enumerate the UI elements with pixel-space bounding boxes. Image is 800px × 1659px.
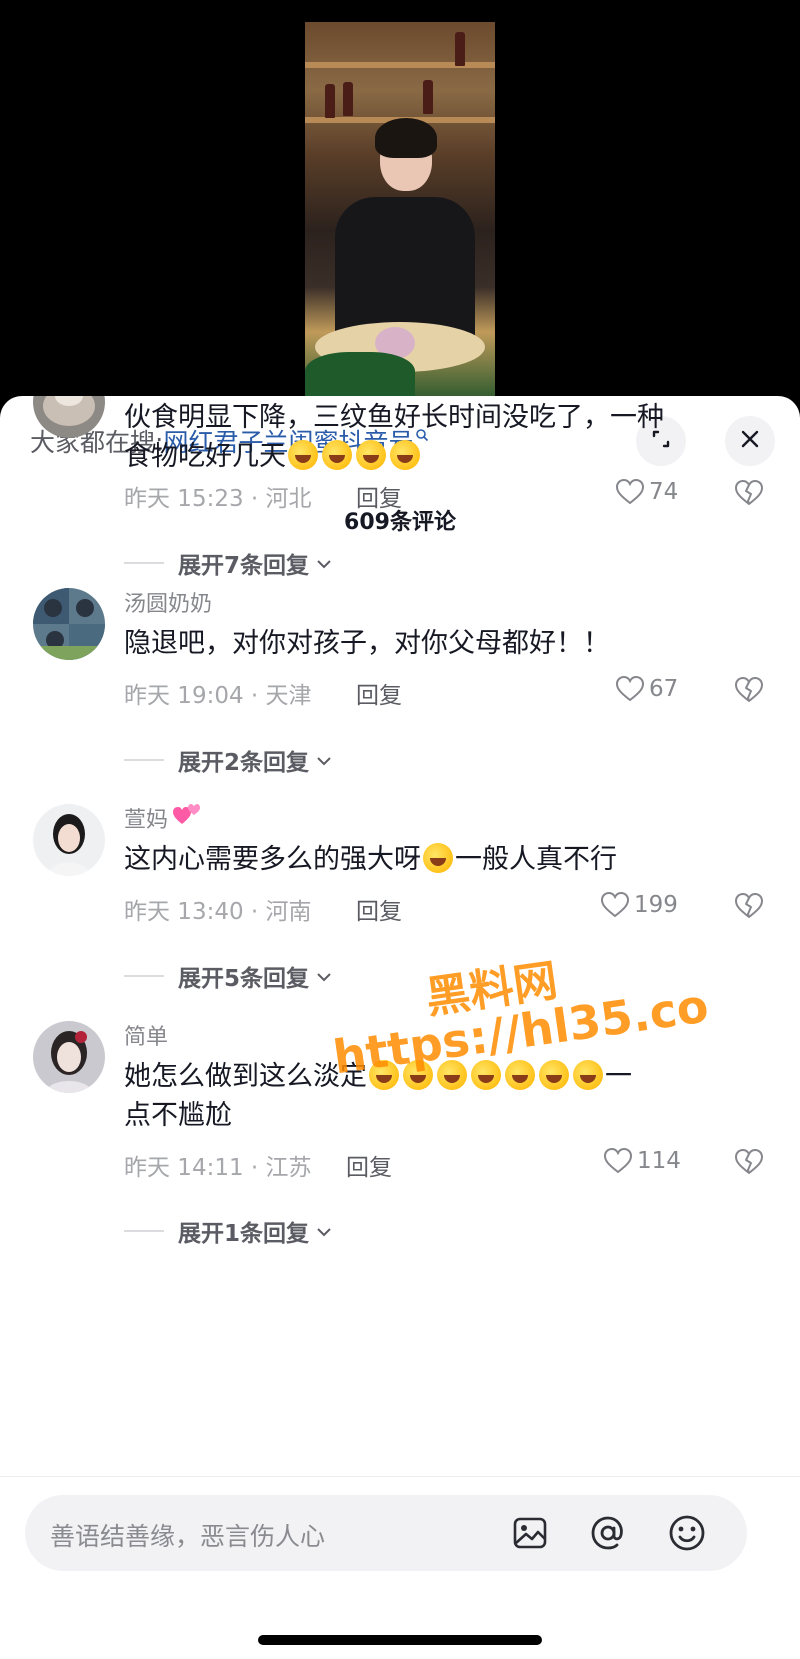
divider: [124, 1230, 164, 1232]
comment-meta: 昨天 13:40 · 河南: [124, 899, 312, 925]
username[interactable]: 萱妈: [124, 802, 202, 834]
reply-button[interactable]: 回复: [356, 676, 402, 710]
like-button[interactable]: 114: [603, 1147, 681, 1175]
chevron-down-icon: [315, 550, 333, 576]
heart-icon: [603, 1147, 633, 1174]
comment-text-line: 食物吃好几天: [124, 441, 286, 472]
food-decor: [305, 352, 415, 400]
comment-text-part: 这内心需要多么的强大呀: [124, 844, 421, 875]
avatar[interactable]: [33, 588, 105, 660]
expand-replies-label: 展开2条回复: [178, 750, 310, 776]
chevron-down-icon: [315, 963, 333, 989]
like-count: 114: [637, 1148, 681, 1174]
laugh-cry-emoji-icon: [573, 1060, 603, 1090]
comment-text: 隐退吧，对你对孩子，对你父母都好！！: [124, 628, 610, 659]
comment-meta: 昨天 15:23 · 河北: [124, 486, 312, 512]
at-icon[interactable]: [586, 1511, 630, 1555]
reply-button[interactable]: 回复: [346, 1148, 392, 1182]
comment-sheet: 大家都在搜: 网红君子兰闺蜜抖音号 609条评论 伙食明显下降，三纹鱼好长时间没…: [0, 396, 800, 1659]
emoji-icon[interactable]: [665, 1511, 709, 1555]
bottle-decor: [423, 80, 433, 114]
laugh-cry-emoji-icon: [356, 440, 386, 470]
username[interactable]: 汤圆奶奶: [124, 586, 212, 618]
comment-meta: 昨天 19:04 · 天津: [124, 683, 312, 709]
like-count: 74: [649, 479, 679, 505]
comment-text: 伙食明显下降，三纹鱼好长时间没吃了，一种 食物吃好几天: [124, 398, 754, 476]
dislike-icon: [735, 480, 763, 505]
avatar[interactable]: [33, 1021, 105, 1093]
laugh-cry-emoji-icon: [322, 440, 352, 470]
expand-replies-label: 展开5条回复: [178, 966, 310, 992]
laugh-cry-emoji-icon: [505, 1060, 535, 1090]
expand-replies[interactable]: 展开7条回复: [124, 546, 333, 580]
dislike-button[interactable]: [734, 1148, 764, 1180]
expand-replies-label: 展开1条回复: [178, 1221, 310, 1247]
avatar[interactable]: [33, 804, 105, 876]
home-indicator: [258, 1635, 542, 1645]
image-icon[interactable]: [508, 1511, 552, 1555]
expand-replies-label: 展开7条回复: [178, 553, 310, 579]
dislike-button[interactable]: [734, 676, 764, 708]
like-button[interactable]: 74: [615, 478, 678, 506]
comment-text: 她怎么做到这么淡定 一 点不尴尬: [124, 1057, 754, 1135]
expand-replies[interactable]: 展开5条回复: [124, 959, 333, 993]
divider: [124, 759, 164, 761]
heart-icon: [600, 891, 630, 918]
comment-text-part: 一: [605, 1061, 632, 1092]
reply-button[interactable]: 回复: [356, 892, 402, 926]
laugh-cry-emoji-icon: [423, 843, 453, 873]
like-button[interactable]: 67: [615, 675, 678, 703]
comment-input-placeholder: 善语结善缘，恶言伤人心: [50, 1522, 326, 1551]
comment-text-part: 她怎么做到这么淡定: [124, 1061, 367, 1092]
laugh-cry-emoji-icon: [288, 440, 318, 470]
laugh-cry-emoji-icon: [437, 1060, 467, 1090]
divider: [124, 562, 164, 564]
username-text: 萱妈: [124, 808, 169, 833]
laugh-cry-emoji-icon: [539, 1060, 569, 1090]
divider: [124, 975, 164, 977]
like-count: 67: [649, 676, 679, 702]
dislike-icon: [735, 1149, 763, 1174]
laugh-cry-emoji-icon: [471, 1060, 501, 1090]
username[interactable]: 简单: [124, 1019, 168, 1051]
dislike-button[interactable]: [734, 892, 764, 924]
comment-input-bar: 善语结善缘，恶言伤人心: [0, 1476, 800, 1659]
laugh-cry-emoji-icon: [390, 440, 420, 470]
expand-replies[interactable]: 展开1条回复: [124, 1214, 333, 1248]
heart-icon: [615, 478, 645, 505]
bottle-decor: [325, 84, 335, 118]
dislike-button[interactable]: [734, 479, 764, 511]
comment-text: 这内心需要多么的强大呀 一般人真不行: [124, 840, 754, 879]
chevron-down-icon: [315, 747, 333, 773]
laugh-cry-emoji-icon: [369, 1060, 399, 1090]
person-body: [335, 197, 475, 337]
reply-button[interactable]: 回复: [356, 479, 402, 513]
bottle-decor: [455, 32, 465, 66]
comment-meta: 昨天 14:11 · 江苏: [124, 1155, 312, 1181]
video-player[interactable]: [305, 22, 495, 400]
chevron-down-icon: [315, 1218, 333, 1244]
comment-input[interactable]: 善语结善缘，恶言伤人心: [25, 1495, 747, 1571]
like-count: 199: [634, 892, 678, 918]
expand-replies[interactable]: 展开2条回复: [124, 743, 333, 777]
shelf-decor: [305, 62, 495, 68]
dislike-icon: [735, 677, 763, 702]
laugh-cry-emoji-icon: [403, 1060, 433, 1090]
comment-text-part: 一般人真不行: [455, 844, 617, 875]
dislike-icon: [735, 893, 763, 918]
like-button[interactable]: 199: [600, 891, 678, 919]
bottle-decor: [343, 82, 353, 116]
heart-icon: [615, 675, 645, 702]
person-hair: [375, 118, 437, 158]
comment-text-line: 伙食明显下降，三纹鱼好长时间没吃了，一种: [124, 402, 664, 433]
hearts-emoji-icon: [172, 802, 202, 834]
comment-text-line: 点不尴尬: [124, 1100, 232, 1131]
